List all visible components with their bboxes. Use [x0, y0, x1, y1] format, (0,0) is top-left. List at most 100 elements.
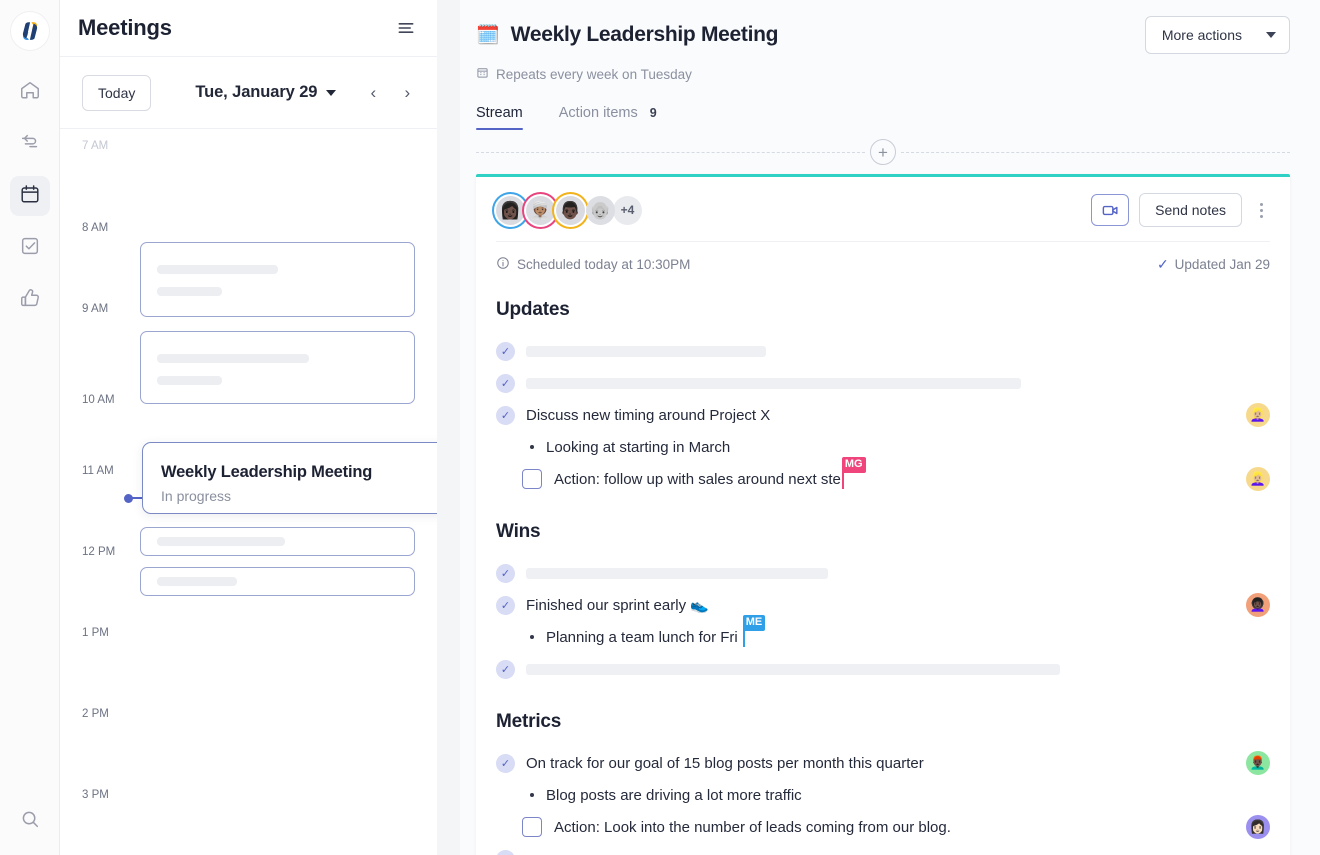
calendar-event-placeholder[interactable]	[140, 527, 415, 556]
skeleton-line	[157, 265, 278, 274]
video-camera-icon[interactable]	[1091, 194, 1130, 226]
stream-item[interactable]: ✓	[496, 557, 1270, 589]
sidebar-item-search[interactable]	[10, 801, 50, 841]
calendar-header: Meetings	[60, 0, 437, 57]
checkbox-icon[interactable]	[522, 469, 542, 489]
stream-item[interactable]: ✓	[496, 335, 1270, 367]
tab-action-items[interactable]: Action items 9	[559, 105, 657, 130]
avatar-face: 👱🏼‍♀️	[1249, 471, 1267, 486]
skeleton-line	[526, 377, 1022, 389]
check-circle-icon[interactable]: ✓	[496, 341, 515, 361]
stream-item-text: On track for our goal of 15 blog posts p…	[526, 754, 924, 772]
app-logo[interactable]	[10, 12, 49, 50]
skeleton-line	[157, 287, 223, 296]
card-meta-row: Scheduled today at 10:30PM ✓ Updated Jan…	[496, 241, 1270, 273]
check-circle-icon[interactable]: ✓	[496, 563, 515, 583]
stream-item[interactable]: ✓	[496, 843, 1270, 855]
attendee-avatar-4[interactable]: 👴	[586, 195, 615, 225]
calendar-event-placeholder[interactable]	[140, 567, 415, 596]
attendee-avatar-1[interactable]: 👩🏿	[496, 195, 525, 225]
detail-title-row: 🗓️ Weekly Leadership Meeting More action…	[476, 16, 1290, 54]
avatar-face: 👩🏿	[499, 200, 522, 220]
attendee-avatars[interactable]: 👩🏿 👳🏽‍♀️ 👨🏿 👴 +4	[496, 195, 642, 225]
card-action-buttons: Send notes	[1091, 193, 1270, 227]
check-circle-icon[interactable]: ✓	[496, 753, 515, 773]
item-author-avatar[interactable]: 👨🏿‍🦰	[1246, 751, 1270, 775]
check-circle-icon[interactable]: ✓	[496, 373, 515, 393]
collaborator-initials: MG	[841, 457, 866, 473]
event-skeleton-body	[141, 528, 414, 555]
stream-item[interactable]: ✓ Finished our sprint early 👟 👩🏿‍🦱	[496, 589, 1270, 621]
item-author-avatar[interactable]: 👱🏼‍♀️	[1246, 403, 1270, 427]
sidebar-item-feed[interactable]	[10, 124, 50, 164]
calendar-icon	[19, 183, 41, 210]
collaborator-cursor-mg: MG	[841, 457, 866, 489]
attendee-avatar-2[interactable]: 👳🏽‍♀️	[526, 195, 555, 225]
item-author-avatar[interactable]: 👩🏿‍🦱	[1246, 593, 1270, 617]
skeleton-line	[157, 577, 237, 586]
calendar-emoji-icon: 🗓️	[476, 24, 500, 46]
tasks-icon	[19, 235, 41, 262]
action-items-count-badge: 9	[649, 106, 657, 120]
bullet-dot-icon	[530, 793, 534, 797]
info-icon	[496, 256, 510, 273]
detail-title-group: 🗓️ Weekly Leadership Meeting	[476, 23, 779, 47]
meeting-title: Weekly Leadership Meeting	[510, 23, 779, 46]
more-actions-label: More actions	[1161, 27, 1242, 43]
today-button[interactable]: Today	[82, 74, 152, 111]
stream-item[interactable]: ✓	[496, 653, 1270, 685]
meeting-detail-panel: 🗓️ Weekly Leadership Meeting More action…	[460, 0, 1320, 855]
item-author-avatar[interactable]: 👱🏼‍♀️	[1246, 467, 1270, 491]
feed-icon	[19, 131, 41, 158]
stream-item[interactable]: ✓ Discuss new timing around Project X 👱🏼…	[496, 399, 1270, 431]
avatar-face: 👳🏽‍♀️	[529, 200, 552, 220]
action-item[interactable]: Action: Look into the number of leads co…	[496, 811, 1270, 843]
more-actions-button[interactable]: More actions	[1144, 16, 1290, 54]
collaborator-cursor-me: ME	[742, 615, 766, 647]
checkbox-icon[interactable]	[522, 817, 542, 837]
more-options-icon[interactable]	[1252, 199, 1270, 222]
check-circle-icon[interactable]: ✓	[496, 659, 515, 679]
avatar-face: 👨🏿	[559, 200, 582, 220]
stream-sub-bullet[interactable]: Looking at starting in March	[496, 431, 1270, 463]
calendar-toolbar: Today Tue, January 29 ‹ ›	[60, 57, 437, 128]
home-icon	[19, 79, 41, 106]
check-circle-icon[interactable]: ✓	[496, 849, 515, 855]
calendar-event-placeholder[interactable]	[140, 242, 415, 317]
meeting-notes-card: 👩🏿 👳🏽‍♀️ 👨🏿 👴 +4	[476, 174, 1290, 855]
sidebar-item-tasks[interactable]	[10, 228, 50, 268]
dashed-divider	[476, 151, 865, 153]
search-icon	[19, 808, 41, 835]
action-item[interactable]: Action: follow up with sales around next…	[496, 457, 1270, 495]
section-title-metrics: Metrics	[496, 711, 562, 732]
avatar-face: 👨🏿‍🦰	[1249, 755, 1267, 770]
detail-header: 🗓️ Weekly Leadership Meeting More action…	[460, 0, 1320, 130]
prev-day-button[interactable]: ‹	[362, 82, 384, 104]
calendar-event-placeholder[interactable]	[140, 331, 415, 404]
stream-sub-bullet[interactable]: Blog posts are driving a lot more traffi…	[496, 779, 1270, 811]
list-menu-icon[interactable]	[391, 13, 421, 43]
stream-item[interactable]: ✓ On track for our goal of 15 blog posts…	[496, 747, 1270, 779]
calendar-event-selected[interactable]: Weekly Leadership Meeting In progress	[142, 442, 437, 514]
attendee-overflow-count[interactable]: +4	[613, 195, 642, 225]
sidebar-item-home[interactable]	[10, 72, 50, 112]
next-day-button[interactable]: ›	[396, 82, 418, 104]
check-circle-icon[interactable]: ✓	[496, 595, 515, 615]
send-notes-button[interactable]: Send notes	[1139, 193, 1242, 227]
sidebar-item-feedback[interactable]	[10, 280, 50, 320]
date-picker[interactable]: Tue, January 29	[195, 83, 337, 102]
attendee-avatar-3[interactable]: 👨🏿	[556, 195, 585, 225]
stream-sub-bullet[interactable]: Planning a team lunch for Fri ME	[496, 615, 1270, 653]
sidebar-item-meetings[interactable]	[9, 176, 50, 216]
add-icon[interactable]: +	[870, 139, 896, 165]
calendar-grid-wrapper[interactable]: 7 AM 8 AM 9 AM 10 AM 11 AM 12 PM 1 PM 2 …	[60, 128, 437, 855]
stream-item[interactable]: ✓	[496, 367, 1270, 399]
tab-stream[interactable]: Stream	[476, 105, 523, 130]
skeleton-line	[157, 537, 285, 546]
check-icon: ✓	[1156, 256, 1169, 272]
item-author-avatar[interactable]: 👩🏻	[1246, 815, 1270, 839]
event-status: In progress	[161, 488, 232, 504]
skeleton-line	[157, 354, 309, 363]
check-circle-icon[interactable]: ✓	[496, 405, 515, 425]
repeat-calendar-icon	[476, 66, 489, 82]
